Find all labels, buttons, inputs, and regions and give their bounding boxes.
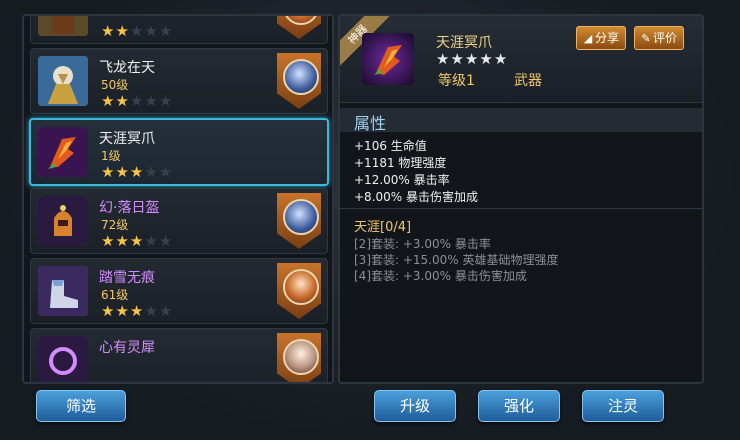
star-icon: ★ [479, 50, 494, 68]
hero-avatar [283, 16, 319, 25]
set-bonus-line: [4]套装: +3.00% 暴击伤害加成 [354, 269, 527, 283]
item-level: 61级 [101, 288, 129, 302]
star-icon: ★ [158, 22, 174, 40]
hero-portrait-badge [277, 16, 321, 39]
set-bonus-line: [3]套装: +15.00% 英雄基础物理强度 [354, 253, 559, 267]
equipment-detail-panel: 神器 天涯冥爪 ★★★★★ 等级1 武器 ◢ 分享 ✎ 评价 属性 +106 生命值… [338, 14, 704, 384]
item-thumbnail [38, 266, 88, 316]
list-item[interactable]: 幻·落日盔 72级 ★★★★★ [30, 188, 328, 254]
infuse-button[interactable]: 注灵 [582, 390, 664, 422]
item-star-rating: ★★★★★ [101, 163, 173, 181]
star-icon: ★ [158, 302, 174, 320]
hero-portrait-badge [277, 333, 321, 382]
edit-icon: ✎ [641, 32, 651, 45]
attributes-title: 属性 [354, 114, 387, 133]
star-icon: ★ [436, 50, 451, 68]
list-item[interactable]: 天涯冥爪 1级 ★★★★★ [29, 118, 329, 186]
star-icon: ★ [129, 302, 145, 320]
hero-avatar [283, 339, 319, 375]
detail-item-name: 天涯冥爪 [436, 35, 492, 51]
star-icon: ★ [144, 163, 159, 181]
item-thumbnail [38, 196, 88, 246]
star-icon: ★ [101, 92, 116, 110]
item-level: 50级 [101, 78, 129, 92]
star-icon: ★ [450, 50, 465, 68]
item-name: 幻·落日盔 [99, 200, 160, 216]
item-name: 踏雪无痕 [99, 270, 155, 286]
star-icon: ★ [144, 92, 159, 110]
star-icon: ★ [158, 232, 174, 250]
set-name: 天涯[0/4] [354, 220, 412, 235]
equipment-list-panel[interactable]: ★★★★★ 飞龙在天 50级 ★★★★★ 天涯冥爪 1级 ★★★★★ 幻·落日盔 72级 ★★★★… [22, 14, 334, 384]
stat-line: +106 生命值 [354, 139, 427, 153]
detail-star-rating: ★★★★★ [436, 50, 508, 68]
star-icon: ★ [129, 22, 145, 40]
star-icon: ★ [115, 92, 130, 110]
share-button[interactable]: ◢ 分享 [576, 26, 627, 50]
item-star-rating: ★★★★★ [101, 232, 173, 250]
attributes-header: 属性 [340, 108, 702, 133]
detail-header: 神器 天涯冥爪 ★★★★★ 等级1 武器 ◢ 分享 ✎ 评价 [340, 16, 702, 103]
hero-avatar [283, 59, 319, 95]
star-icon: ★ [101, 22, 116, 40]
hero-portrait-badge [277, 193, 321, 249]
item-thumbnail [38, 16, 88, 36]
item-star-rating: ★★★★★ [101, 302, 173, 320]
detail-item-thumbnail [362, 33, 414, 85]
hero-portrait-badge [277, 263, 321, 319]
star-icon: ★ [144, 302, 159, 320]
item-star-rating: ★★★★★ [101, 22, 173, 40]
list-item[interactable]: 踏雪无痕 61级 ★★★★★ [30, 258, 328, 324]
star-icon: ★ [115, 302, 130, 320]
list-item[interactable]: 飞龙在天 50级 ★★★★★ [30, 48, 328, 114]
hero-portrait-badge [277, 53, 321, 109]
share-icon: ◢ [583, 32, 593, 45]
item-thumbnail [38, 56, 88, 106]
item-level: 1级 [101, 149, 121, 163]
upgrade-button[interactable]: 升级 [374, 390, 456, 422]
star-icon: ★ [115, 22, 130, 40]
star-icon: ★ [129, 92, 145, 110]
item-star-rating: ★★★★★ [101, 92, 173, 110]
item-level: 72级 [101, 218, 129, 232]
star-icon: ★ [115, 232, 130, 250]
set-bonus-line: [2]套装: +3.00% 暴击率 [354, 237, 491, 251]
list-item[interactable]: 心有灵犀 [30, 328, 328, 382]
star-icon: ★ [158, 92, 174, 110]
star-icon: ★ [101, 302, 116, 320]
item-thumbnail [38, 127, 88, 177]
stat-line: +12.00% 暴击率 [354, 173, 450, 187]
enhance-button[interactable]: 强化 [478, 390, 560, 422]
star-icon: ★ [101, 163, 116, 181]
item-name: 飞龙在天 [99, 60, 155, 76]
hero-avatar [283, 199, 319, 235]
star-icon: ★ [115, 163, 130, 181]
star-icon: ★ [493, 50, 509, 68]
review-button[interactable]: ✎ 评价 [634, 26, 685, 50]
item-thumbnail [38, 336, 88, 382]
stat-line: +1181 物理强度 [354, 156, 447, 170]
item-name: 天涯冥爪 [99, 131, 155, 147]
list-item[interactable]: ★★★★★ [30, 16, 328, 44]
star-icon: ★ [464, 50, 480, 68]
star-icon: ★ [158, 163, 174, 181]
item-name: 心有灵犀 [99, 340, 155, 356]
filter-button[interactable]: 筛选 [36, 390, 126, 422]
detail-item-type: 武器 [514, 73, 542, 89]
stat-line: +8.00% 暴击伤害加成 [354, 190, 478, 204]
star-icon: ★ [129, 163, 145, 181]
star-icon: ★ [144, 232, 159, 250]
star-icon: ★ [101, 232, 116, 250]
star-icon: ★ [129, 232, 145, 250]
divider [340, 208, 702, 209]
star-icon: ★ [144, 22, 159, 40]
detail-item-level: 等级1 [438, 73, 475, 89]
hero-avatar [283, 269, 319, 305]
